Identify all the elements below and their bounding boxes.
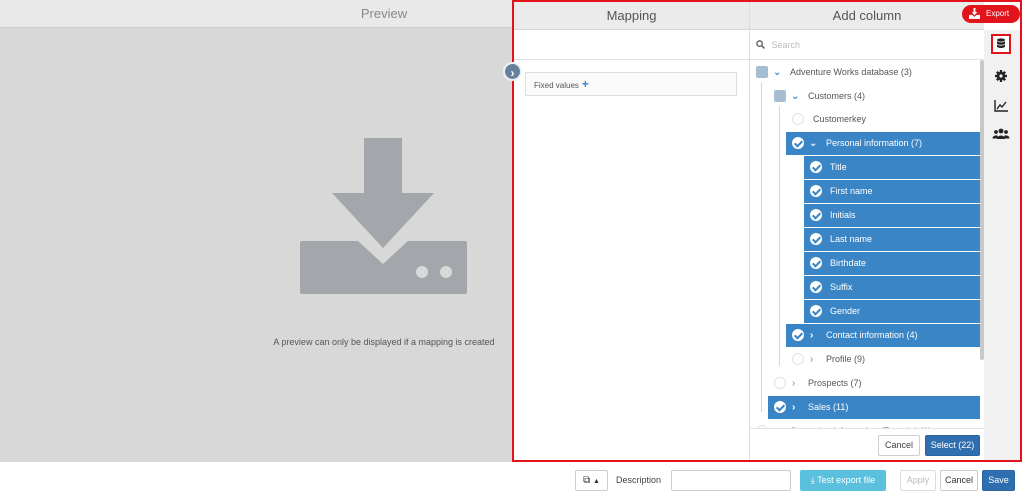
export-label: Export	[986, 9, 1010, 18]
chevron-down-icon[interactable]: ⌄	[791, 85, 799, 108]
tree-node-personal-information[interactable]: ⌄ Personal information (7)	[786, 132, 980, 155]
check-circle-icon[interactable]	[810, 161, 822, 173]
check-circle-icon[interactable]	[810, 257, 822, 269]
check-circle-icon[interactable]	[774, 401, 786, 413]
test-export-button[interactable]: ⤓ Test export file	[800, 470, 886, 491]
tree-node-profile[interactable]: › Profile (9)	[786, 348, 980, 371]
unchecked-icon[interactable]	[792, 353, 804, 365]
chevron-right-icon[interactable]: ›	[810, 348, 813, 371]
tree-node-suffix[interactable]: Suffix	[804, 276, 980, 299]
tree-node-gender[interactable]: Gender	[804, 300, 980, 323]
tree-guide-line	[761, 82, 762, 412]
select-button[interactable]: Select (22)	[925, 435, 980, 456]
tree-node-birthdate[interactable]: Birthdate	[804, 252, 980, 275]
description-input[interactable]	[671, 470, 791, 491]
chevron-right-icon[interactable]: ›	[810, 324, 813, 347]
tree-node-title[interactable]: Title	[804, 156, 980, 179]
tree-node-customers[interactable]: ⌄ Customers (4)	[768, 85, 980, 108]
unchecked-icon[interactable]	[792, 113, 804, 125]
check-circle-icon[interactable]	[810, 209, 822, 221]
check-circle-icon[interactable]	[810, 305, 822, 317]
column-tree: ⌄ Adventure Works database (3) ⌄ Custome…	[750, 60, 984, 428]
tree-node-prospects[interactable]: › Prospects (7)	[768, 372, 980, 395]
add-fixed-value-icon[interactable]: +	[582, 77, 589, 91]
cancel-button[interactable]: Cancel	[940, 470, 978, 491]
mapping-toolbar	[514, 30, 749, 60]
chevron-down-icon[interactable]: ⌄	[809, 132, 817, 155]
tree-node-campaign-information[interactable]: › Campaign information (Tacnoin) (1)	[750, 420, 980, 428]
download-tray-icon	[300, 138, 467, 294]
search-bar[interactable]: Search	[750, 30, 984, 60]
export-panel: Mapping Fixed values + › Add column Searc…	[503, 0, 1022, 462]
unchecked-icon[interactable]	[774, 377, 786, 389]
add-column-footer: Cancel Select (22)	[750, 428, 984, 460]
gear-icon[interactable]	[991, 66, 1011, 86]
description-label: Description	[616, 475, 662, 485]
check-circle-icon[interactable]	[810, 185, 822, 197]
fixed-values-label: Fixed values	[534, 81, 579, 90]
tree-node-last-name[interactable]: Last name	[804, 228, 980, 251]
database-icon[interactable]	[991, 34, 1011, 54]
chevron-down-icon[interactable]: ⌄	[773, 61, 781, 84]
tree-node-contact-information[interactable]: › Contact information (4)	[786, 324, 980, 347]
add-column-title: Add column	[750, 2, 984, 30]
check-circle-icon[interactable]	[792, 329, 804, 341]
chevron-right-icon[interactable]: ›	[774, 420, 777, 428]
save-button[interactable]: Save	[982, 470, 1015, 491]
add-column-column: Add column Search ⌄ Adventure Works data…	[750, 2, 984, 460]
cancel-button[interactable]: Cancel	[878, 435, 920, 456]
fixed-values-box[interactable]: Fixed values +	[525, 72, 737, 96]
check-circle-icon[interactable]	[810, 281, 822, 293]
tree-node-sales[interactable]: › Sales (11)	[768, 396, 980, 419]
caret-down-icon: ▲	[592, 478, 600, 485]
tree-node-first-name[interactable]: First name	[804, 180, 980, 203]
partial-checkbox-icon[interactable]	[774, 90, 786, 102]
mapping-title: Mapping	[514, 2, 749, 30]
translate-dropdown[interactable]: ⧉ ▲	[575, 470, 608, 491]
translate-icon: ⧉	[583, 475, 591, 486]
apply-button[interactable]: Apply	[900, 470, 936, 491]
tree-node-database[interactable]: ⌄ Adventure Works database (3)	[750, 61, 980, 84]
chevron-right-icon[interactable]: ›	[792, 396, 795, 419]
check-circle-icon[interactable]	[810, 233, 822, 245]
expand-panel-button[interactable]: ›	[503, 62, 522, 81]
search-input[interactable]: Search	[772, 40, 801, 50]
line-chart-icon[interactable]	[991, 96, 1011, 116]
mapping-column: Mapping Fixed values + ›	[503, 2, 750, 460]
partial-checkbox-icon[interactable]	[756, 66, 768, 78]
tree-guide-line	[779, 106, 780, 366]
bottom-bar: ⧉ ▲ Description ⤓ Test export file Apply…	[0, 462, 1024, 497]
search-icon	[756, 40, 765, 49]
download-icon	[969, 8, 980, 19]
export-button[interactable]: Export	[962, 5, 1020, 23]
tree-node-customerkey[interactable]: Customerkey	[786, 108, 980, 131]
download-icon: ⤓	[810, 475, 815, 485]
check-circle-icon[interactable]	[792, 137, 804, 149]
users-icon[interactable]	[991, 124, 1011, 144]
side-icon-bar	[984, 30, 1020, 460]
chevron-right-icon[interactable]: ›	[792, 372, 795, 395]
tree-node-initials[interactable]: Initials	[804, 204, 980, 227]
